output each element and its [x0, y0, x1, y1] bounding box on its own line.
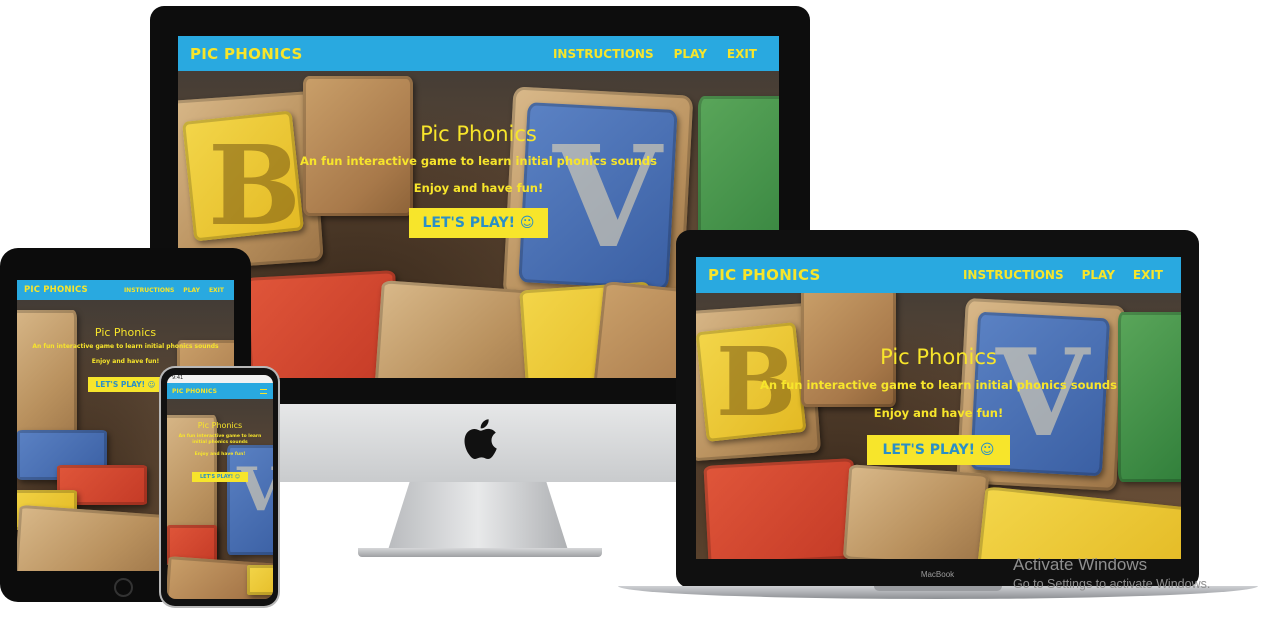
brand-logo[interactable]: PIC PHONICS — [24, 285, 88, 295]
brand-logo[interactable]: PIC PHONICS — [190, 45, 303, 63]
hero-content: Pic Phonics An fun interactive game to l… — [696, 345, 1181, 465]
hero-tagline: Enjoy and have fun! — [413, 181, 544, 195]
hero-background-image: V — [167, 375, 273, 599]
nav-links: INSTRUCTIONS PLAY EXIT — [124, 287, 224, 294]
hero-content: Pic Phonics An fun interactive game to l… — [178, 122, 779, 238]
hero-content: Pic Phonics An fun interactive game to l… — [167, 421, 273, 483]
apple-logo-icon — [464, 419, 497, 460]
status-bar: 9:41 — [167, 375, 273, 383]
macbook-screen: B V PIC PHONICS INSTRUCTIONS PLAY EXIT P… — [696, 257, 1181, 559]
nav-link-play[interactable]: PLAY — [183, 287, 200, 294]
nav-link-instructions[interactable]: INSTRUCTIONS — [124, 287, 174, 294]
nav-link-exit[interactable]: EXIT — [727, 47, 757, 61]
nav-link-exit[interactable]: EXIT — [1133, 268, 1163, 282]
hero-subtitle: An fun interactive game to learn initial… — [32, 343, 219, 350]
activate-windows-watermark: Activate Windows Go to Settings to activ… — [1013, 555, 1210, 591]
hero-title: Pic Phonics — [420, 122, 537, 146]
navbar: PIC PHONICS — [167, 383, 273, 399]
hero-subtitle: An fun interactive game to learn initial… — [178, 434, 262, 446]
hero-tagline: Enjoy and have fun! — [91, 358, 160, 365]
brand-logo[interactable]: PIC PHONICS — [708, 266, 821, 284]
hamburger-menu-icon[interactable] — [260, 388, 267, 394]
nav-links: INSTRUCTIONS PLAY EXIT — [963, 268, 1163, 282]
watermark-title: Activate Windows — [1013, 555, 1148, 574]
hero-subtitle: An fun interactive game to learn initial… — [760, 378, 1117, 392]
play-button[interactable]: LET'S PLAY! ☺ — [866, 435, 1011, 465]
play-button[interactable]: LET'S PLAY! ☺ — [192, 472, 248, 483]
play-button[interactable]: LET'S PLAY! ☺ — [408, 208, 549, 238]
imac-base — [358, 548, 602, 557]
iphone-screen: V 9:41 PIC PHONICS Pic Phonics An fun in… — [167, 375, 273, 599]
play-button[interactable]: LET'S PLAY! ☺ — [87, 377, 164, 392]
navbar: PIC PHONICS INSTRUCTIONS PLAY EXIT — [696, 257, 1181, 293]
nav-link-instructions[interactable]: INSTRUCTIONS — [963, 268, 1064, 282]
hero-subtitle: An fun interactive game to learn initial… — [300, 154, 657, 168]
hero-title: Pic Phonics — [94, 326, 157, 339]
nav-link-play[interactable]: PLAY — [674, 47, 707, 61]
navbar: PIC PHONICS INSTRUCTIONS PLAY EXIT — [178, 36, 779, 71]
status-time: 9:41 — [172, 375, 184, 381]
hero-title: Pic Phonics — [880, 345, 997, 369]
brand-logo[interactable]: PIC PHONICS — [172, 388, 217, 395]
imac-stand — [388, 482, 568, 550]
hero-tagline: Enjoy and have fun! — [873, 406, 1004, 420]
macbook-notch — [874, 586, 1002, 591]
hero-title: Pic Phonics — [197, 421, 243, 430]
navbar: PIC PHONICS INSTRUCTIONS PLAY EXIT — [17, 280, 234, 300]
nav-link-play[interactable]: PLAY — [1082, 268, 1115, 282]
watermark-subtitle: Go to Settings to activate Windows. — [1013, 577, 1211, 591]
nav-link-instructions[interactable]: INSTRUCTIONS — [553, 47, 654, 61]
nav-links: INSTRUCTIONS PLAY EXIT — [553, 47, 757, 61]
ipad-home-button — [114, 578, 133, 597]
hero-tagline: Enjoy and have fun! — [194, 452, 246, 458]
nav-link-exit[interactable]: EXIT — [209, 287, 224, 294]
